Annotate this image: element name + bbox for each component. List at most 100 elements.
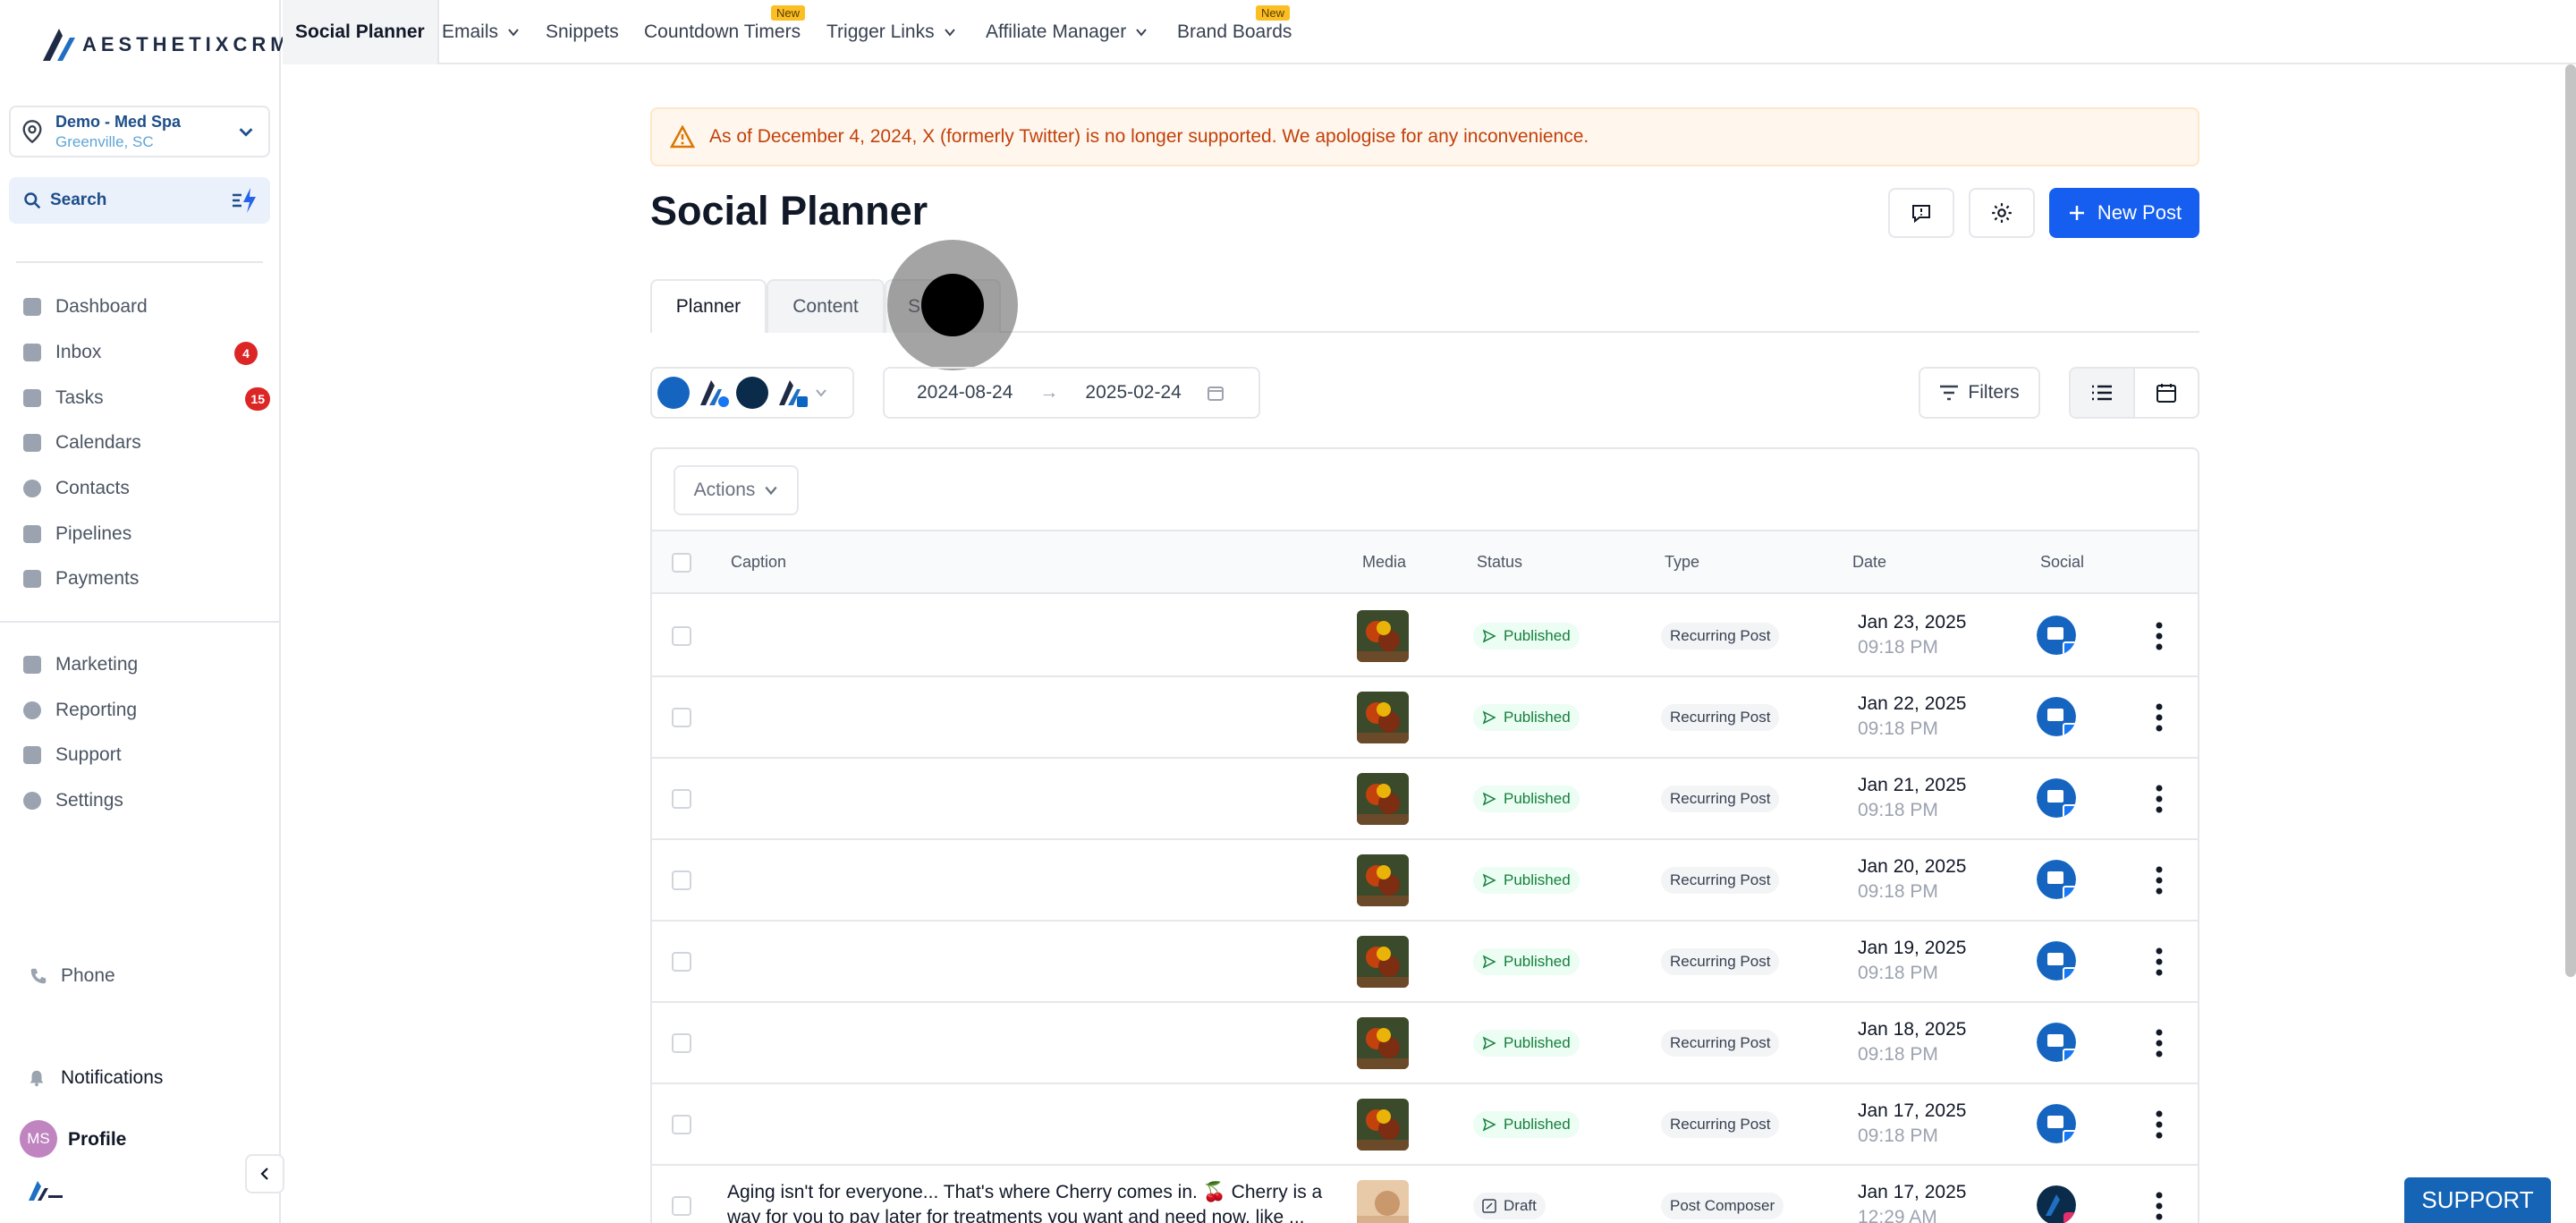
- aesthetix-facebook-account-icon: [697, 377, 729, 409]
- table-row[interactable]: Published Recurring Post Jan 17, 2025 09:18…: [652, 1084, 2198, 1166]
- brand-logo[interactable]: AESTHETIXCRM: [39, 25, 292, 64]
- sidebar-item-support[interactable]: Support: [23, 740, 270, 770]
- sidebar-item-label: Dashboard: [55, 296, 148, 317]
- sidebar-item-label: Marketing: [55, 654, 139, 675]
- sidebar-item-settings[interactable]: Settings: [23, 786, 270, 816]
- sidebar-item-tasks[interactable]: Tasks 15: [23, 383, 270, 413]
- more-options-icon[interactable]: [2155, 784, 2164, 814]
- tab-social-planner[interactable]: Social Planner: [283, 0, 439, 64]
- tab-planner[interactable]: Planner: [650, 279, 767, 333]
- table-row[interactable]: Published Recurring Post Jan 21, 2025 09:18…: [652, 759, 2198, 840]
- media-image-icon: [1357, 854, 1409, 906]
- tab-trigger-links[interactable]: Trigger Links: [826, 0, 956, 64]
- tab-label: Emails: [442, 21, 499, 42]
- table-row[interactable]: Published Recurring Post Jan 19, 2025 09:18…: [652, 921, 2198, 1003]
- tab-countdown-timers[interactable]: Countdown Timers New: [644, 0, 806, 64]
- sidebar-item-notifications[interactable]: Notifications: [27, 1063, 274, 1093]
- tab-content[interactable]: Content: [767, 279, 885, 333]
- post-date-time: 09:18 PM: [1858, 881, 1938, 902]
- location-switcher[interactable]: Demo - Med Spa Greenville, SC: [9, 106, 270, 157]
- feedback-button[interactable]: [1888, 188, 1954, 238]
- tab-snippets[interactable]: Snippets: [546, 0, 619, 64]
- post-caption: Aging isn't for everyone... That's where…: [727, 1182, 1323, 1223]
- send-icon: [1482, 629, 1496, 643]
- tab-label: Social Planner: [295, 21, 425, 42]
- post-media-thumbnail[interactable]: [1357, 1017, 1409, 1069]
- status-label: Published: [1504, 790, 1571, 807]
- row-checkbox[interactable]: [672, 1033, 691, 1053]
- row-checkbox[interactable]: [672, 952, 691, 972]
- sidebar-item-inbox[interactable]: Inbox 4: [23, 337, 270, 368]
- page-scrollbar[interactable]: [2565, 64, 2576, 977]
- more-options-icon[interactable]: [2155, 1109, 2164, 1140]
- select-all-checkbox[interactable]: [672, 553, 691, 573]
- sidebar-item-marketing[interactable]: Marketing: [23, 650, 270, 680]
- plus-icon: [2069, 206, 2084, 220]
- support-button[interactable]: SUPPORT: [2404, 1177, 2551, 1223]
- post-media-thumbnail[interactable]: [1357, 1099, 1409, 1151]
- search-button[interactable]: Search: [9, 177, 270, 224]
- calendar-icon: [2157, 384, 2176, 403]
- new-post-button[interactable]: New Post: [2049, 188, 2199, 238]
- send-icon: [1482, 955, 1496, 969]
- table-row[interactable]: Published Recurring Post Jan 22, 2025 09:18…: [652, 677, 2198, 759]
- row-checkbox[interactable]: [672, 871, 691, 890]
- avatar[interactable]: MS: [20, 1120, 57, 1158]
- collapse-sidebar-button[interactable]: [245, 1154, 284, 1193]
- row-checkbox[interactable]: [672, 789, 691, 809]
- calendar-view-button[interactable]: [2135, 369, 2198, 417]
- sidebar-item-pipelines[interactable]: Pipelines: [23, 519, 270, 549]
- date-range-picker[interactable]: 2024-08-24 → 2025-02-24: [883, 367, 1260, 419]
- row-checkbox[interactable]: [672, 708, 691, 727]
- sidebar-item-reporting[interactable]: Reporting: [23, 695, 270, 726]
- media-image-icon: [1357, 610, 1409, 662]
- media-image-icon: [1357, 1180, 1409, 1223]
- status-label: Published: [1504, 627, 1571, 644]
- table-row[interactable]: Published Recurring Post Jan 20, 2025 09:18…: [652, 840, 2198, 921]
- more-options-icon[interactable]: [2155, 947, 2164, 977]
- more-options-icon[interactable]: [2155, 1028, 2164, 1058]
- table-row[interactable]: Aging isn't for everyone... That's where…: [652, 1166, 2198, 1223]
- table-row[interactable]: Published Recurring Post Jan 18, 2025 09:18…: [652, 1003, 2198, 1084]
- sidebar-item-payments[interactable]: Payments: [23, 564, 270, 594]
- list-icon: [2092, 385, 2112, 401]
- list-view-button[interactable]: [2071, 369, 2135, 417]
- account-picker[interactable]: [650, 367, 854, 419]
- column-type: Type: [1665, 553, 1700, 571]
- post-date-day: Jan 19, 2025: [1858, 938, 1967, 958]
- more-options-icon[interactable]: [2155, 865, 2164, 896]
- row-checkbox[interactable]: [672, 1115, 691, 1134]
- settings-button[interactable]: [1969, 188, 2035, 238]
- profile-link[interactable]: Profile: [68, 1129, 126, 1151]
- row-checkbox[interactable]: [672, 626, 691, 646]
- tasks-count-badge: 15: [245, 387, 270, 411]
- actions-dropdown[interactable]: Actions: [674, 465, 799, 515]
- post-media-thumbnail[interactable]: [1357, 936, 1409, 988]
- table-row[interactable]: Published Recurring Post Jan 23, 2025 09:18…: [652, 596, 2198, 677]
- row-checkbox[interactable]: [672, 1196, 691, 1216]
- post-media-thumbnail[interactable]: [1357, 610, 1409, 662]
- tab-affiliate-manager[interactable]: Affiliate Manager: [986, 0, 1148, 64]
- sidebar-item-contacts[interactable]: Contacts: [23, 473, 270, 504]
- post-media-thumbnail[interactable]: [1357, 773, 1409, 825]
- quick-action-bolt-icon[interactable]: [229, 186, 259, 215]
- send-icon: [1482, 873, 1496, 888]
- more-options-icon[interactable]: [2155, 621, 2164, 651]
- sidebar-item-dashboard[interactable]: Dashboard: [23, 292, 270, 322]
- post-media-thumbnail[interactable]: [1357, 854, 1409, 906]
- more-options-icon[interactable]: [2155, 702, 2164, 733]
- filters-button[interactable]: Filters: [1919, 367, 2040, 419]
- warning-icon: [670, 125, 695, 149]
- post-media-thumbnail[interactable]: [1357, 692, 1409, 743]
- tab-emails[interactable]: Emails: [442, 0, 520, 64]
- more-options-icon[interactable]: [2155, 1191, 2164, 1221]
- brand-logo-icon: [700, 380, 729, 407]
- post-media-thumbnail[interactable]: [1357, 1180, 1409, 1223]
- media-image-icon: [1357, 692, 1409, 743]
- post-date-time: 12:29 AM: [1858, 1207, 1937, 1223]
- tab-brand-boards[interactable]: Brand Boards New: [1177, 0, 1292, 64]
- arrow-right-icon: →: [1039, 382, 1059, 403]
- sidebar-item-phone[interactable]: Phone: [29, 961, 275, 991]
- post-date-time: 09:18 PM: [1858, 963, 1938, 983]
- sidebar-item-calendars[interactable]: Calendars: [23, 428, 270, 458]
